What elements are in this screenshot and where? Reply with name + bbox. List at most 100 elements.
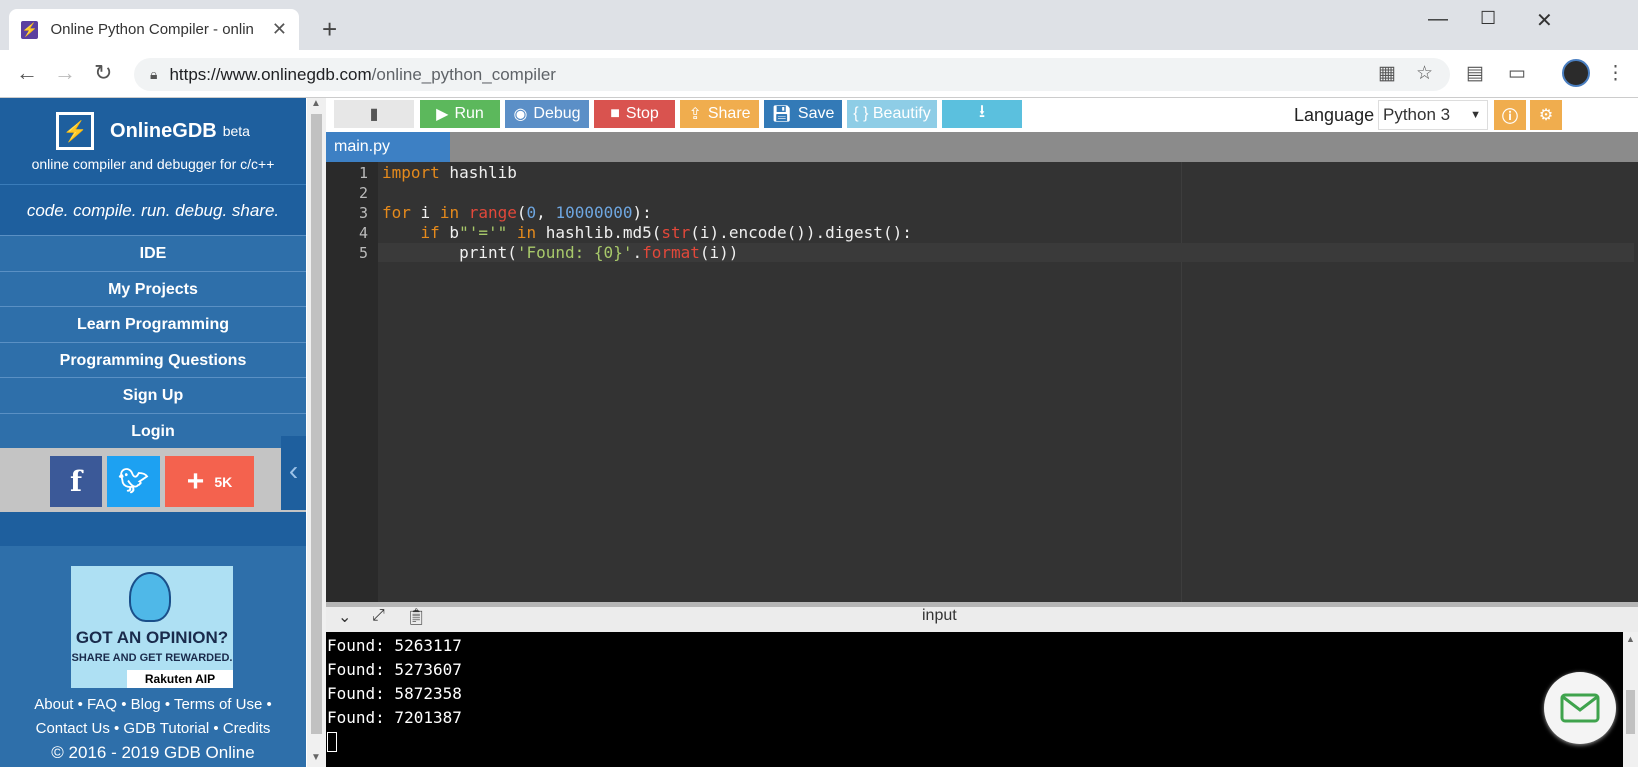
social-share-bar: f 🐦︎ +5K ‹ xyxy=(0,436,306,512)
footer-links-1[interactable]: About • FAQ • Blog • Terms of Use • xyxy=(0,696,306,713)
collapse-console-icon[interactable]: ⌄ xyxy=(338,607,351,627)
ad-subheadline: SHARE AND GET REWARDED. xyxy=(71,652,233,664)
share-count: 5K xyxy=(214,473,233,490)
scroll-up-icon[interactable]: ▲ xyxy=(1626,634,1635,644)
menu-dots-icon[interactable]: ⋮ xyxy=(1606,62,1625,85)
window-close-icon[interactable]: ✕ xyxy=(1536,8,1553,33)
sidebar: ⚡ OnlineGDB beta online compiler and debu… xyxy=(0,98,306,767)
output-line: Found: 5872358 xyxy=(327,684,462,703)
copyright: © 2016 - 2019 GDB Online xyxy=(51,743,255,762)
forward-icon[interactable]: → xyxy=(54,60,76,86)
scroll-up-icon[interactable]: ▲ xyxy=(311,98,321,109)
sidebar-item-programming-questions[interactable]: Programming Questions xyxy=(0,341,306,377)
save-button[interactable]: 💾︎ Save xyxy=(764,100,842,128)
footer-links-2[interactable]: Contact Us • GDB Tutorial • Credits xyxy=(0,720,306,737)
floppy-disk-icon: 💾︎ xyxy=(771,106,792,123)
lightbulb-icon xyxy=(129,572,171,622)
sidebar-item-ide[interactable]: IDE xyxy=(0,235,306,271)
gear-icon: ⚙ xyxy=(1538,107,1554,124)
facebook-icon[interactable]: f xyxy=(50,456,102,507)
info-icon: ⓘ xyxy=(1501,109,1518,126)
code-line-1: import hashlib xyxy=(382,163,517,182)
stop-icon: ■ xyxy=(610,105,620,122)
browser-tab[interactable]: ⚡ Online Python Compiler - onlin ✕ xyxy=(9,9,299,50)
stop-button[interactable]: ■ Stop xyxy=(594,100,675,128)
profile-avatar[interactable] xyxy=(1562,59,1590,87)
url-path: /online_python_compiler xyxy=(371,64,556,84)
extension-icon[interactable]: ▤ xyxy=(1466,62,1484,85)
clipboard-icon[interactable]: 📋︎ xyxy=(406,607,426,627)
language-value: Python 3 xyxy=(1383,105,1451,124)
debug-label: Debug xyxy=(533,105,581,122)
chevron-down-icon: ▼ xyxy=(1470,109,1481,121)
run-button[interactable]: ▶ Run xyxy=(420,100,500,128)
console-label: input xyxy=(922,607,957,624)
scroll-down-icon[interactable]: ▼ xyxy=(311,752,321,763)
maximize-icon[interactable]: ☐ xyxy=(1480,8,1496,29)
reload-icon[interactable]: ↻ xyxy=(94,60,112,86)
scrollbar-thumb[interactable] xyxy=(311,114,322,734)
sidebar-strip xyxy=(0,512,306,546)
console-cursor xyxy=(327,732,337,752)
save-label: Save xyxy=(797,105,835,122)
code-line-5: print('Found: {0}'.format(i)) xyxy=(378,243,1634,262)
translate-icon[interactable]: ▦ xyxy=(1378,62,1396,85)
file-tab-bar: main.py xyxy=(326,132,1638,162)
line-number: 1 xyxy=(358,164,368,182)
download-button[interactable]: ⭳ xyxy=(942,100,1022,128)
share-button[interactable]: ⇪ Share xyxy=(680,100,759,128)
console-output[interactable]: Found: 5263117 Found: 5273607 Found: 587… xyxy=(326,632,1638,767)
collapse-sidebar-chevron-icon[interactable]: ‹ xyxy=(281,436,306,510)
line-number: 4 xyxy=(358,224,368,242)
info-button[interactable]: ⓘ xyxy=(1494,100,1526,130)
output-line: Found: 5273607 xyxy=(327,660,462,679)
onlinegdb-favicon-icon: ⚡ xyxy=(21,20,39,39)
bookmark-star-icon[interactable]: ☆ xyxy=(1416,62,1433,85)
beautify-button[interactable]: { } Beautify xyxy=(847,100,937,128)
language-select[interactable]: Python 3 ▼ xyxy=(1378,100,1488,130)
beta-label: beta xyxy=(222,123,250,139)
expand-icon[interactable]: ⤢ xyxy=(372,607,385,625)
sidebar-item-sign-up[interactable]: Sign Up xyxy=(0,377,306,413)
twitter-icon[interactable]: 🐦︎ xyxy=(107,456,160,507)
advertisement-banner[interactable]: GOT AN OPINION? SHARE AND GET REWARDED. … xyxy=(71,566,233,688)
sidebar-item-login[interactable]: Login xyxy=(0,412,306,448)
console-scrollbar-thumb[interactable] xyxy=(1626,690,1635,734)
sidebar-item-my-projects[interactable]: My Projects xyxy=(0,270,306,306)
plus-icon: + xyxy=(186,464,205,498)
output-line: Found: 5263117 xyxy=(327,636,462,655)
page-scrollbar[interactable]: ▲ ▼ xyxy=(307,98,326,767)
sidebar-item-learn-programming[interactable]: Learn Programming xyxy=(0,306,306,342)
code-editor[interactable]: 1 2 3 4 5 import hashlib for i in range(… xyxy=(326,162,1638,602)
tab-main-py[interactable]: main.py xyxy=(326,132,450,162)
back-icon[interactable]: ← xyxy=(16,60,38,86)
brand-name[interactable]: OnlineGDB xyxy=(110,120,217,143)
layout-icon[interactable]: ▭ xyxy=(1508,62,1526,85)
debug-button[interactable]: ◉ Debug xyxy=(505,100,589,128)
browser-toolbar: ← → ↻ 🔒︎ https://www.onlinegdb.com/onlin… xyxy=(0,50,1638,98)
console-scrollbar[interactable]: ▲ xyxy=(1623,632,1638,767)
new-tab-button[interactable]: + xyxy=(322,14,337,45)
line-number: 2 xyxy=(358,184,368,202)
output-line: Found: 7201387 xyxy=(327,708,462,727)
tab-title: Online Python Compiler - onlin xyxy=(50,21,254,38)
contact-mail-button[interactable] xyxy=(1544,672,1616,744)
code-line-4: if b"'='" in hashlib.md5(str(i).encode()… xyxy=(420,223,912,242)
ad-brand: Rakuten AIP xyxy=(127,670,233,688)
stop-label: Stop xyxy=(625,105,659,122)
addthis-share-button[interactable]: +5K xyxy=(165,456,254,507)
address-bar[interactable]: 🔒︎ https://www.onlinegdb.com/online_pyth… xyxy=(134,58,1450,91)
close-tab-icon[interactable]: ✕ xyxy=(272,19,287,40)
new-file-button[interactable]: ▮ xyxy=(334,100,414,128)
debug-icon: ◉ xyxy=(513,106,528,123)
url-host: https://www.onlinegdb.com xyxy=(169,64,372,84)
code-line-3: for i in range(0, 10000000): xyxy=(382,203,652,222)
run-label: Run xyxy=(454,105,484,122)
lock-icon: 🔒︎ xyxy=(150,66,158,82)
share-label: Share xyxy=(707,105,751,122)
envelope-icon xyxy=(1560,693,1600,723)
tagline: code. compile. run. debug. share. xyxy=(0,184,306,235)
settings-button[interactable]: ⚙ xyxy=(1530,100,1562,130)
onlinegdb-logo-icon[interactable]: ⚡ xyxy=(56,112,95,150)
minimize-icon[interactable]: — xyxy=(1428,8,1448,31)
